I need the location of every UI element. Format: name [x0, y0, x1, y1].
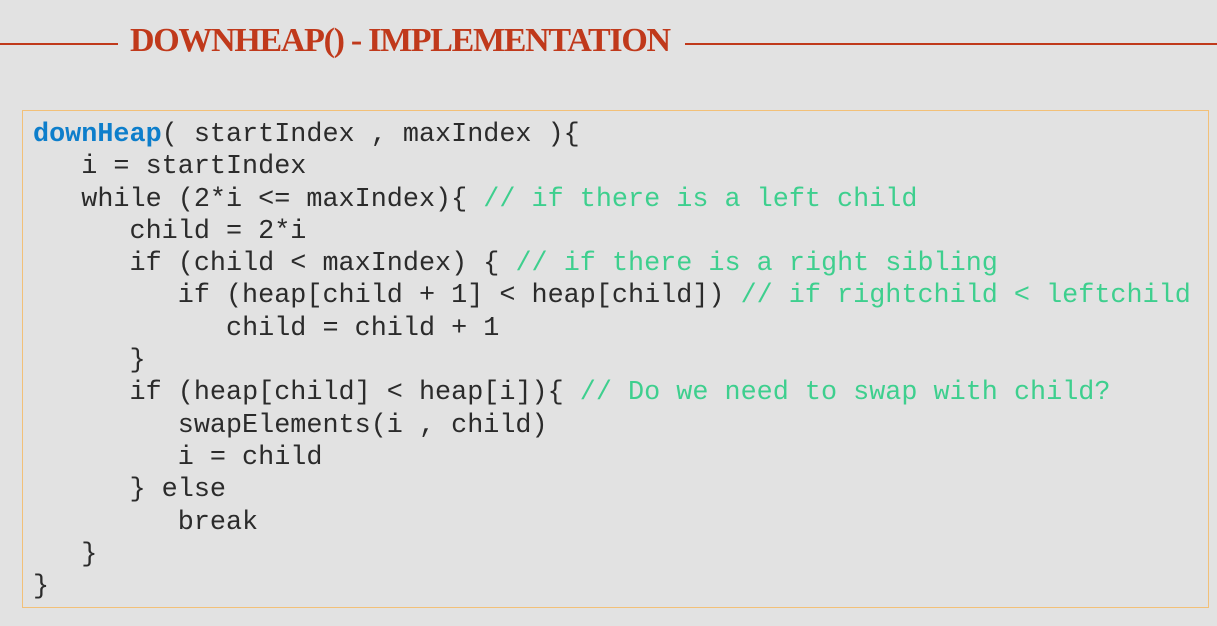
title-rule-right	[685, 43, 1217, 45]
code-line: downHeap( startIndex , maxIndex ){	[33, 119, 1191, 151]
code-text: }	[33, 572, 50, 603]
code-text: child = child + 1	[225, 313, 500, 344]
function-name: downHeap	[33, 120, 162, 150]
code-line: if (child < maxIndex) { // if there is a…	[33, 248, 1191, 280]
code-text: break	[177, 507, 259, 538]
code-comment: // if there is a right sibling	[515, 249, 998, 280]
code-text: ( startIndex , maxIndex ){	[161, 120, 580, 150]
code-line: while (2*i <= maxIndex){ // if there is …	[33, 184, 1191, 216]
slide-title: DOWNHEAP() - IMPLEMENTATION	[130, 22, 671, 59]
code-text: if (heap[child] < heap[i]){	[129, 378, 580, 409]
code-line: child = child + 1	[33, 313, 1191, 345]
code-line: swapElements(i , child)	[33, 410, 1191, 442]
code-text: while (2*i <= maxIndex){	[81, 184, 484, 215]
code-line: }	[33, 571, 1191, 603]
code-text: }	[81, 539, 98, 570]
code-text: }	[129, 346, 146, 377]
code-comment: // if there is a left child	[483, 184, 918, 215]
code-line: }	[33, 539, 1191, 571]
code-line: child = 2*i	[33, 216, 1191, 248]
code-comment: // Do we need to swap with child?	[579, 378, 1111, 409]
code-text: swapElements(i , child)	[177, 410, 548, 441]
code-line: }	[33, 345, 1191, 377]
code-line: } else	[33, 474, 1191, 506]
code-text: } else	[129, 475, 227, 506]
code-comment: // if rightchild < leftchild	[740, 281, 1191, 312]
code-listing: downHeap( startIndex , maxIndex ){ i = s…	[33, 119, 1191, 603]
code-text: if (child < maxIndex) {	[129, 249, 516, 280]
code-line: i = child	[33, 442, 1191, 474]
code-text: if (heap[child + 1] < heap[child])	[177, 281, 741, 312]
code-block: downHeap( startIndex , maxIndex ){ i = s…	[22, 110, 1209, 608]
code-line: i = startIndex	[33, 151, 1191, 183]
title-rule-left	[0, 43, 118, 45]
code-line: if (heap[child] < heap[i]){ // Do we nee…	[33, 377, 1191, 409]
code-text: i = startIndex	[81, 152, 307, 183]
code-text: i = child	[177, 442, 323, 473]
code-text: child = 2*i	[129, 216, 307, 247]
code-line: if (heap[child + 1] < heap[child]) // if…	[33, 280, 1191, 312]
code-line: break	[33, 507, 1191, 539]
